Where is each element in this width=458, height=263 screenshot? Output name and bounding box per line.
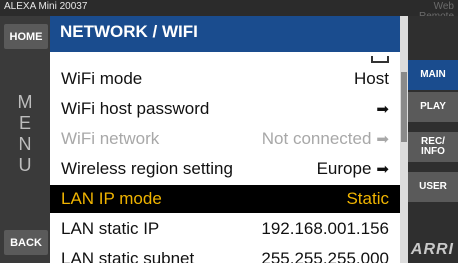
row-value: 255.255.255.000	[261, 249, 389, 263]
menu-letter-u: U	[18, 155, 32, 175]
row-label: Wireless region setting	[61, 159, 233, 178]
tab-user[interactable]: USER	[408, 172, 458, 202]
row-label: LAN IP mode	[61, 189, 162, 208]
back-button[interactable]: BACK	[4, 230, 48, 255]
row-label: LAN static subnet	[61, 249, 195, 263]
device-name: ALEXA Mini 20037	[4, 1, 88, 12]
checkbox-icon	[371, 56, 389, 63]
row-value: Host	[354, 69, 389, 88]
row-value: Not connected	[261, 129, 372, 148]
row-value: Europe	[316, 159, 372, 178]
tab-play[interactable]: PLAY	[408, 92, 458, 122]
settings-panel: NETWORK / WIFI WiFi mode Host WiFi host …	[50, 16, 400, 263]
page-title: NETWORK / WIFI	[50, 16, 400, 52]
menu-letter-m: M	[17, 92, 33, 112]
row-label: WiFi mode	[61, 69, 143, 88]
arri-logo: ARRI	[410, 241, 454, 258]
row-label: LAN static IP	[61, 219, 160, 238]
home-button[interactable]: HOME	[4, 24, 48, 49]
row-lan-static-subnet[interactable]: LAN static subnet 255.255.255.000	[50, 245, 400, 263]
menu-letter-n: N	[18, 134, 32, 154]
row-lan-static-ip[interactable]: LAN static IP 192.168.001.156	[50, 215, 400, 243]
row-lan-ip-mode[interactable]: LAN IP mode Static	[50, 185, 400, 213]
menu-label: M E N U	[0, 92, 50, 176]
partial-list-item	[50, 52, 400, 65]
tab-main[interactable]: MAIN	[408, 60, 458, 90]
row-wireless-region[interactable]: Wireless region setting Europe ➡	[50, 155, 400, 183]
row-wifi-network: WiFi network Not connected ➡	[50, 125, 400, 153]
row-wifi-host-password[interactable]: WiFi host password ➡	[50, 95, 400, 123]
row-label: WiFi network	[61, 129, 160, 148]
tab-rec-info[interactable]: REC/ INFO	[408, 132, 458, 162]
scrollbar-thumb[interactable]	[401, 72, 407, 142]
arrow-right-icon: ➡	[376, 161, 389, 178]
row-value: 192.168.001.156	[261, 219, 389, 238]
arrow-right-icon: ➡	[376, 131, 389, 148]
arrow-right-icon: ➡	[376, 101, 389, 118]
row-value: Static	[346, 189, 389, 208]
row-wifi-mode[interactable]: WiFi mode Host	[50, 65, 400, 93]
row-label: WiFi host password	[61, 99, 210, 118]
menu-letter-e: E	[18, 113, 31, 133]
